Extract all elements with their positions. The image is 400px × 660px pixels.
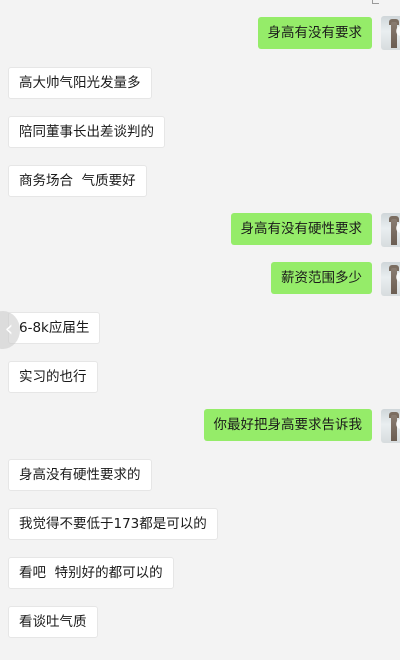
incoming-message-bubble[interactable]: 看吧 特别好的都可以的 — [8, 557, 174, 589]
outgoing-message-bubble[interactable]: 薪资范围多少 — [271, 262, 372, 294]
user-avatar[interactable] — [381, 16, 400, 50]
chat-message-list[interactable]: 身高有没有要求 高大帅气阳光发量多 陪同董事长出差谈判的 商务场合 气质要好 身… — [0, 0, 400, 660]
scroll-indicator — [372, 0, 379, 4]
user-avatar[interactable] — [381, 262, 400, 296]
incoming-message-bubble[interactable]: 陪同董事长出差谈判的 — [8, 116, 165, 148]
outgoing-message-bubble[interactable]: 你最好把身高要求告诉我 — [203, 409, 372, 441]
incoming-message-bubble[interactable]: 商务场合 气质要好 — [8, 165, 147, 197]
incoming-message-bubble[interactable]: 高大帅气阳光发量多 — [8, 67, 152, 99]
incoming-message-bubble[interactable]: 我觉得不要低于173都是可以的 — [8, 508, 218, 540]
user-avatar[interactable] — [381, 213, 400, 247]
incoming-message-bubble[interactable]: 6-8k应届生 — [8, 312, 101, 344]
incoming-message-bubble[interactable]: 看谈吐气质 — [8, 606, 98, 638]
outgoing-message-bubble[interactable]: 身高有没有硬性要求 — [230, 213, 372, 245]
chevron-left-icon: ‹ — [4, 317, 14, 342]
outgoing-message-bubble[interactable]: 身高有没有要求 — [257, 17, 372, 49]
incoming-message-bubble[interactable]: 实习的也行 — [8, 361, 98, 393]
incoming-message-bubble[interactable]: 身高没有硬性要求的 — [8, 459, 152, 491]
user-avatar[interactable] — [381, 409, 400, 443]
